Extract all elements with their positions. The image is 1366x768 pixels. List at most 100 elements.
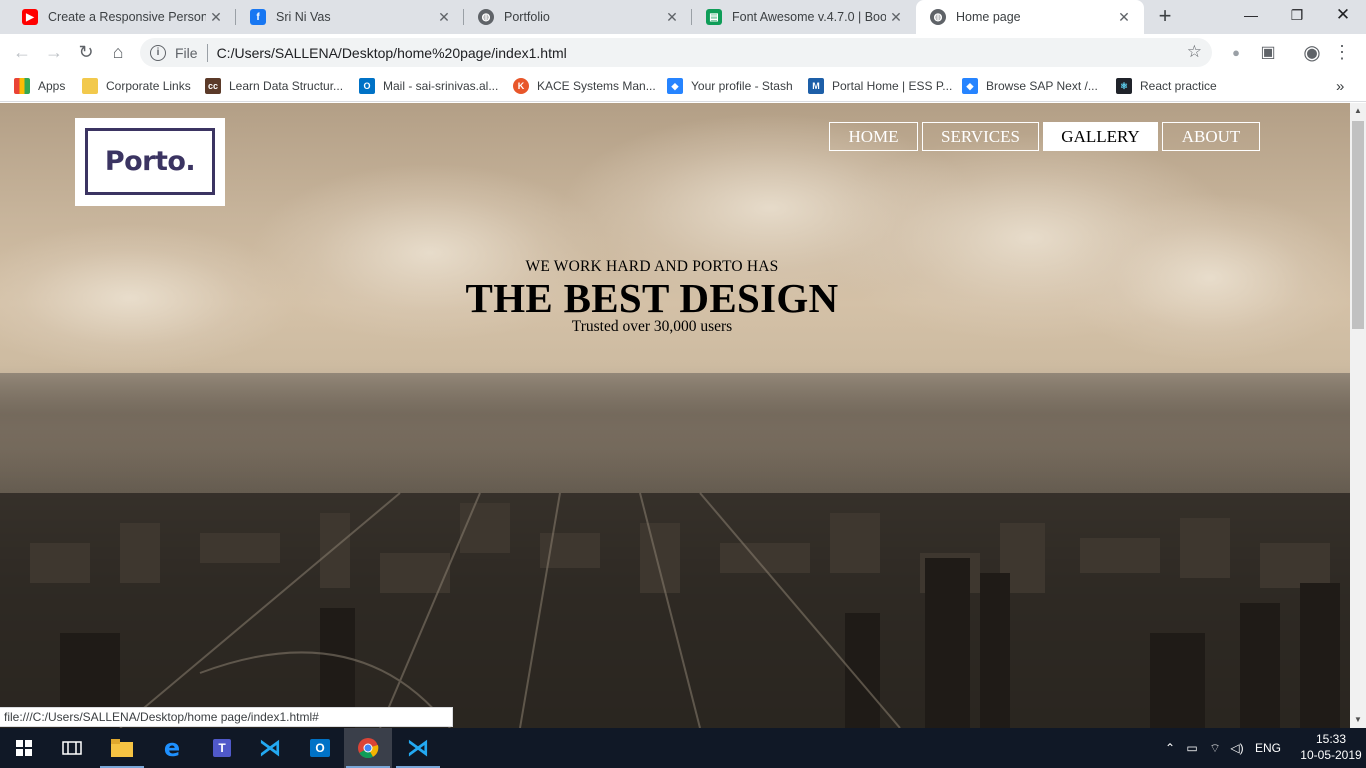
apps-grid-icon <box>14 78 30 94</box>
outlook-icon: O <box>359 78 375 94</box>
file-explorer-icon[interactable] <box>98 728 146 768</box>
info-icon[interactable]: i <box>150 44 166 61</box>
vscode-icon[interactable]: ⋊ <box>246 728 294 768</box>
nav-home[interactable]: HOME <box>829 122 918 151</box>
tab-title: Home page <box>956 10 1021 24</box>
tab-title: Font Awesome v.4.7.0 | Bootstr <box>732 10 886 24</box>
close-icon[interactable]: ✕ <box>662 9 682 26</box>
battery-icon[interactable]: ▭ <box>1180 741 1204 755</box>
nav-gallery[interactable]: GALLERY <box>1043 122 1158 151</box>
status-bubble-url: file:///C:/Users/SALLENA/Desktop/home pa… <box>0 707 453 727</box>
youtube-icon: ▶ <box>22 9 38 25</box>
bookmark-stash[interactable]: ◆ Your profile - Stash <box>667 77 793 95</box>
minimize-button[interactable]: — <box>1228 0 1274 30</box>
portal-icon: M <box>808 78 824 94</box>
maximize-button[interactable]: ❐ <box>1274 0 1320 30</box>
bookmark-label: Mail - sai-srinivas.al... <box>383 79 499 93</box>
bookmark-label: React practice <box>1140 79 1217 93</box>
facebook-icon: f <box>250 9 266 25</box>
close-icon[interactable]: ✕ <box>886 9 906 26</box>
page-scrollbar[interactable]: ▲ ▼ <box>1350 103 1366 728</box>
bookmark-label: Browse SAP Next /... <box>986 79 1098 93</box>
tab-facebook[interactable]: f Sri Ni Vas ✕ <box>236 0 464 34</box>
close-icon[interactable]: ✕ <box>206 9 226 26</box>
bookmark-label: KACE Systems Man... <box>537 79 656 93</box>
scroll-up-icon[interactable]: ▲ <box>1350 103 1366 119</box>
bookmark-kace[interactable]: K KACE Systems Man... <box>513 77 656 95</box>
tab-portfolio[interactable]: ◍ Portfolio ✕ <box>464 0 692 34</box>
windows-taskbar: e T ⋊ O ⋊ ⌃ ▭ ⌔ ◁) ENG 15:33 10-05-2019 <box>0 728 1366 768</box>
sheets-icon: ▤ <box>706 9 722 25</box>
new-tab-button[interactable]: + <box>1152 4 1178 30</box>
cc-icon: cc <box>205 78 221 94</box>
kace-icon: K <box>513 78 529 94</box>
page-viewport: Porto. HOME SERVICES GALLERY ABOUT WE WO… <box>0 103 1350 728</box>
address-divider <box>206 43 208 62</box>
bookmark-label: Apps <box>38 79 66 93</box>
volume-icon[interactable]: ◁) <box>1226 741 1248 755</box>
site-logo[interactable]: Porto. <box>75 118 225 206</box>
tab-strip: ▶ Create a Responsive Personal P ✕ f Sri… <box>0 0 1366 34</box>
edge-browser-icon[interactable]: e <box>148 728 196 768</box>
logo-text: Porto. <box>85 128 215 195</box>
language-indicator[interactable]: ENG <box>1248 741 1288 755</box>
vscode-icon[interactable]: ⋊ <box>394 728 442 768</box>
bookmark-corporate-links[interactable]: Corporate Links <box>82 77 191 95</box>
city-skyline-background <box>0 373 1350 728</box>
sap-icon: ◆ <box>962 78 978 94</box>
bookmark-apps[interactable]: Apps <box>14 77 65 95</box>
tab-title: Portfolio <box>504 10 550 24</box>
reload-button[interactable]: ↻ <box>72 38 100 66</box>
system-tray: ⌃ ▭ ⌔ ◁) ENG <box>1160 728 1288 768</box>
outlook-icon[interactable]: O <box>296 728 344 768</box>
hero-title: THE BEST DESIGN <box>465 275 839 321</box>
teams-icon[interactable]: T <box>198 728 246 768</box>
address-scheme: File <box>175 44 198 61</box>
bookmark-star-icon[interactable]: ☆ <box>1187 42 1202 62</box>
tab-youtube[interactable]: ▶ Create a Responsive Personal P ✕ <box>8 0 236 34</box>
bookmark-label: Your profile - Stash <box>691 79 793 93</box>
clock-time: 15:33 <box>1315 732 1347 746</box>
wifi-icon[interactable]: ⌔ <box>1204 741 1226 756</box>
extension-icon[interactable]: ● <box>1222 38 1250 66</box>
bookmark-label: Corporate Links <box>106 79 191 93</box>
profile-avatar-icon[interactable]: ◉ <box>1298 38 1326 66</box>
task-view-icon[interactable] <box>48 728 96 768</box>
address-url[interactable]: C:/Users/SALLENA/Desktop/home%20page/ind… <box>217 45 567 61</box>
stash-icon: ◆ <box>667 78 683 94</box>
extension-puzzle-icon[interactable]: ▣ <box>1254 38 1282 66</box>
scroll-down-icon[interactable]: ▼ <box>1350 712 1366 728</box>
back-button[interactable]: ← <box>8 38 36 66</box>
clock-date: 10-05-2019 <box>1300 748 1362 762</box>
tab-font-awesome[interactable]: ▤ Font Awesome v.4.7.0 | Bootstr ✕ <box>692 0 916 34</box>
nav-about[interactable]: ABOUT <box>1162 122 1260 151</box>
window-close-button[interactable]: ✕ <box>1320 0 1366 30</box>
bookmark-learn-data-structures[interactable]: cc Learn Data Structur... <box>205 77 343 95</box>
bookmarks-bar: Apps Corporate Links cc Learn Data Struc… <box>0 70 1366 102</box>
forward-button[interactable]: → <box>40 38 68 66</box>
taskbar-clock[interactable]: 15:33 10-05-2019 <box>1300 731 1362 763</box>
tab-title: Create a Responsive Personal P <box>48 10 206 24</box>
bookmark-browse-sap[interactable]: ◆ Browse SAP Next /... <box>962 77 1098 95</box>
menu-kebab-icon[interactable]: ⋮ <box>1328 38 1356 66</box>
close-icon[interactable]: ✕ <box>1114 9 1134 26</box>
nav-services[interactable]: SERVICES <box>922 122 1039 151</box>
bookmark-react-practice[interactable]: ⚛ React practice <box>1116 77 1217 95</box>
react-icon: ⚛ <box>1116 78 1132 94</box>
tab-title: Sri Ni Vas <box>276 10 331 24</box>
bookmark-portal-home[interactable]: M Portal Home | ESS P... <box>808 77 952 95</box>
chrome-icon[interactable] <box>344 728 392 768</box>
bookmark-label: Learn Data Structur... <box>229 79 344 93</box>
tab-home-page[interactable]: ◍ Home page ✕ <box>916 0 1144 34</box>
windows-start-icon[interactable] <box>0 728 48 768</box>
browser-toolbar: ← → ↻ ⌂ i File C:/Users/SALLENA/Desktop/… <box>0 34 1366 70</box>
home-button[interactable]: ⌂ <box>104 38 132 66</box>
address-bar[interactable]: i File C:/Users/SALLENA/Desktop/home%20p… <box>140 38 1212 67</box>
scrollbar-thumb[interactable] <box>1352 121 1364 329</box>
hero-section: WE WORK HARD AND PORTO HAS THE BEST DESI… <box>0 258 1304 336</box>
close-icon[interactable]: ✕ <box>434 9 454 26</box>
bookmark-mail[interactable]: O Mail - sai-srinivas.al... <box>359 77 498 95</box>
chevron-up-icon[interactable]: ⌃ <box>1160 741 1180 755</box>
bookmarks-overflow-icon[interactable]: » <box>1336 77 1344 95</box>
hero-pretitle: WE WORK HARD AND PORTO HAS <box>525 258 779 275</box>
